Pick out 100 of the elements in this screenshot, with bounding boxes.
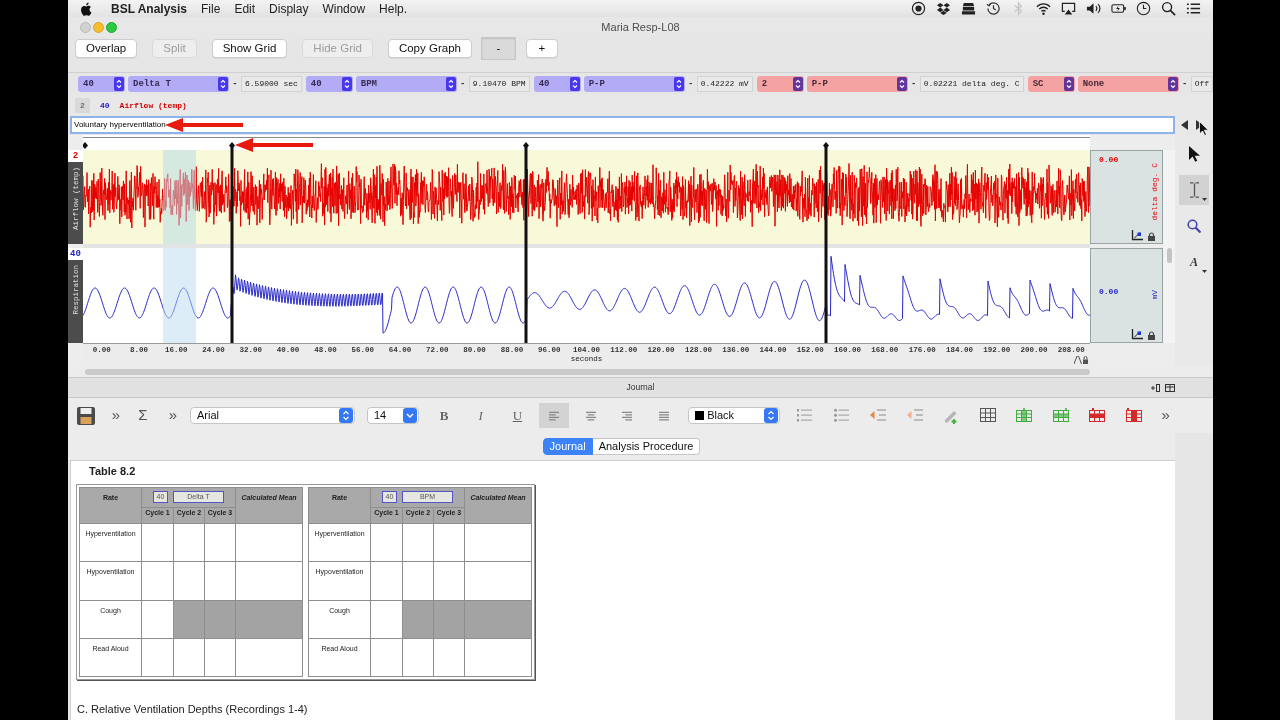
stepper-icon[interactable] [764, 408, 779, 423]
font-size-select[interactable]: 14 [367, 407, 419, 424]
record-icon[interactable] [911, 1, 926, 16]
color-select[interactable]: Black [688, 407, 781, 424]
delete-row-icon[interactable] [1089, 407, 1106, 424]
channel-number: 40 [68, 248, 83, 260]
grid-layout-icon[interactable] [1165, 383, 1175, 392]
volume-icon[interactable] [1086, 1, 1101, 16]
event-marker[interactable] [523, 142, 529, 343]
stepper-icon[interactable] [1167, 77, 1178, 91]
table-icon[interactable] [979, 407, 996, 424]
app-menu[interactable]: BSL Analysis [111, 2, 188, 15]
unit-label: mV [1150, 290, 1159, 300]
axis-scale-icon[interactable] [1131, 230, 1143, 241]
italic-button[interactable]: I [465, 403, 496, 428]
apple-icon[interactable] [80, 1, 92, 16]
axis-scale-icon[interactable] [1131, 329, 1143, 340]
list-icon[interactable] [1186, 1, 1201, 16]
overflow-button[interactable]: » [105, 403, 127, 428]
overflow-button[interactable]: » [1154, 403, 1177, 428]
menu-item[interactable]: File [201, 2, 221, 15]
underline-button[interactable]: U [502, 403, 533, 428]
stepper-icon[interactable] [341, 77, 352, 91]
ibeam-tool[interactable] [1179, 175, 1209, 205]
menu-item[interactable]: Help. [379, 2, 408, 15]
channel-id: 40 [100, 100, 110, 110]
stepper-icon[interactable] [896, 77, 907, 91]
selection-highlight[interactable] [163, 150, 196, 343]
measurement-select[interactable]: BPM [355, 76, 457, 92]
measurement-select[interactable]: None [1077, 76, 1179, 92]
measurement-select[interactable]: Delta T [128, 76, 229, 92]
toolbar-button[interactable]: Overlap [75, 39, 138, 58]
stepper-icon[interactable] [1063, 77, 1074, 91]
caret-icon [1202, 198, 1207, 201]
measurement-select[interactable]: P-P [583, 76, 685, 92]
search-icon[interactable] [1161, 1, 1176, 16]
wifi-icon[interactable] [1036, 1, 1051, 16]
lock-icon[interactable] [1148, 232, 1155, 241]
caret-icon [1202, 270, 1207, 273]
stepper-icon[interactable] [339, 408, 353, 423]
bold-button[interactable]: B [429, 403, 459, 428]
stepper-icon[interactable] [114, 77, 124, 91]
align-right-icon [621, 410, 634, 421]
stacked-bars-icon[interactable] [961, 1, 976, 16]
lock-icon[interactable] [1148, 331, 1155, 340]
menu-item[interactable]: Window [322, 2, 366, 15]
channel-select[interactable]: SC [1027, 76, 1075, 92]
tab[interactable]: Journal [542, 438, 593, 455]
sum-button[interactable]: Σ [132, 403, 154, 428]
clock-arrow-icon[interactable] [986, 1, 1001, 16]
delete-column-icon[interactable] [1125, 407, 1142, 424]
menu-item[interactable]: Display [269, 2, 309, 15]
mouse-cursor-icon [1199, 121, 1209, 136]
measurement-value: 6.59000 sec [241, 76, 302, 92]
stepper-icon[interactable] [218, 77, 228, 91]
section-heading: C. Relative Ventilation Depths (Recordings 1-4) [77, 703, 308, 716]
measurement-value: Off [1190, 76, 1213, 92]
color-swatch-icon [695, 411, 705, 420]
scale-value: 0.00 [1099, 286, 1120, 296]
channel-number: 2 [68, 150, 83, 162]
battery-icon[interactable] [1111, 1, 1126, 16]
magnifier-icon [1187, 219, 1201, 233]
chevron-down-icon[interactable] [403, 408, 417, 423]
menu-item[interactable]: Edit [234, 2, 256, 15]
event-marker[interactable] [83, 142, 88, 149]
toolbar-button[interactable]: + [525, 39, 558, 58]
detach-panel-icon[interactable] [1151, 383, 1160, 392]
channel-select[interactable]: 40 [533, 76, 581, 92]
stepper-icon[interactable] [569, 77, 580, 91]
align-left-icon [548, 410, 561, 421]
stepper-icon[interactable] [445, 77, 456, 91]
scrollbar-thumb[interactable] [85, 369, 1090, 375]
align-center-icon [584, 410, 597, 421]
overflow-button[interactable]: » [162, 403, 184, 428]
clock-icon[interactable] [1136, 1, 1151, 16]
scrollbar-thumb[interactable] [1166, 248, 1172, 263]
separator-text: - [910, 79, 917, 89]
channel-select[interactable]: 2 [756, 76, 804, 92]
channel-select[interactable]: 40 [305, 76, 353, 92]
event-label-field[interactable]: Voluntary hyperventilation [70, 116, 1175, 134]
save-icon[interactable] [77, 406, 95, 425]
align-left-button[interactable] [539, 403, 570, 428]
toolbar-button[interactable]: Copy Graph [387, 39, 472, 58]
toolbar-button[interactable]: Show Grid [211, 39, 288, 58]
diamond-pattern-icon[interactable] [936, 1, 951, 16]
channel-select[interactable]: 40 [78, 76, 125, 92]
event-marker[interactable] [823, 142, 829, 343]
stepper-icon[interactable] [792, 77, 803, 91]
tab[interactable]: Analysis Procedure [592, 438, 701, 455]
axis-lock-icon[interactable] [1074, 355, 1088, 364]
text-tool[interactable]: A [1179, 247, 1209, 277]
screen-triangle-icon[interactable] [1061, 1, 1076, 16]
font-select[interactable]: Arial [190, 407, 355, 424]
toolbar-button[interactable]: - [480, 37, 516, 60]
panel-title: Journal [626, 381, 655, 394]
stepper-icon[interactable] [673, 77, 684, 91]
measurement-value: 0.42222 mV [696, 76, 753, 92]
event-marker[interactable] [229, 142, 235, 343]
measurement-select[interactable]: P-P [806, 76, 908, 92]
previous-arrow-icon[interactable] [1181, 120, 1188, 130]
